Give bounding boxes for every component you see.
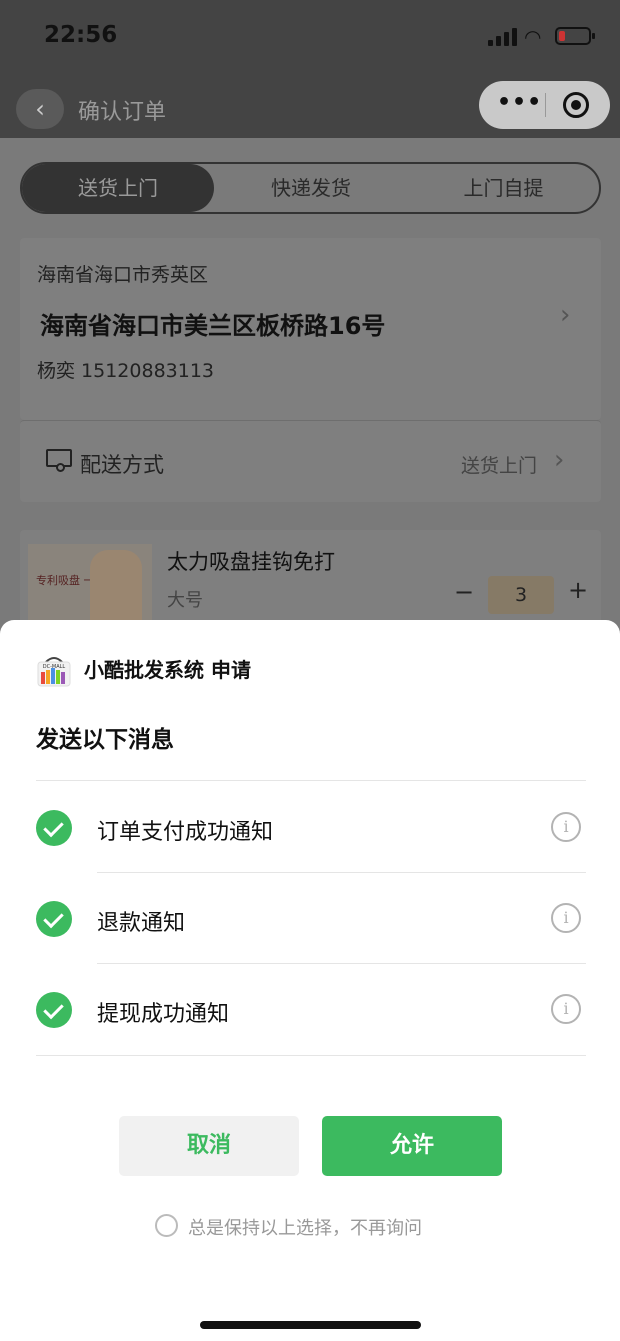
quantity-decrease-button[interactable]: − <box>454 578 474 606</box>
shipping-label: 配送方式 <box>80 453 164 477</box>
checkmark-icon[interactable] <box>36 810 72 846</box>
more-dots-icon[interactable]: ••• <box>497 90 542 115</box>
message-label: 退款通知 <box>97 911 186 936</box>
product-spec: 大号 <box>167 590 203 611</box>
tab-self-pickup[interactable]: 上门自提 <box>408 164 599 212</box>
address-detail: 海南省海口市美兰区板桥路16号 <box>40 312 386 340</box>
info-icon[interactable]: i <box>551 994 581 1024</box>
app-logo: DC-MALL <box>37 657 71 687</box>
sheet-title: 发送以下消息 <box>36 727 174 753</box>
allow-button[interactable]: 允许 <box>322 1116 502 1176</box>
status-bar: 22:56 ◠ <box>0 0 620 72</box>
checkmark-icon[interactable] <box>36 901 72 937</box>
address-region: 海南省海口市秀英区 <box>37 264 209 286</box>
subscribe-message-sheet: DC-MALL 小酷批发系统 申请 发送以下消息 订单支付成功通知 i 退款通知… <box>0 620 620 1341</box>
product-item: 专利吸盘 一秒安装 太力吸盘挂钩免打 大号 − 3 + <box>20 530 601 632</box>
message-label: 提现成功通知 <box>97 1002 230 1027</box>
quantity-increase-button[interactable]: + <box>568 576 588 604</box>
message-option[interactable]: 退款通知 i <box>36 873 586 964</box>
divider <box>36 1055 586 1056</box>
product-image-hand <box>90 550 142 630</box>
app-request-title: 小酷批发系统 申请 <box>84 658 251 682</box>
info-icon[interactable]: i <box>551 812 581 842</box>
capsule-divider <box>545 93 546 117</box>
nav-bar: ‹ 确认订单 ••• <box>0 72 620 138</box>
address-card[interactable]: 海南省海口市秀英区 海南省海口市美兰区板桥路16号 杨奕 15120883113… <box>20 238 601 420</box>
product-image: 专利吸盘 一秒安装 <box>28 544 152 632</box>
radio-icon[interactable] <box>155 1214 178 1237</box>
cancel-button[interactable]: 取消 <box>119 1116 299 1176</box>
truck-icon <box>46 449 72 472</box>
quantity-input[interactable]: 3 <box>488 576 554 614</box>
wifi-icon: ◠ <box>524 25 542 49</box>
message-option[interactable]: 订单支付成功通知 i <box>36 782 586 873</box>
page-title: 确认订单 <box>78 100 167 125</box>
product-name: 太力吸盘挂钩免打 <box>167 550 335 574</box>
battery-icon <box>555 27 595 45</box>
message-label: 订单支付成功通知 <box>97 820 274 845</box>
home-indicator <box>200 1321 421 1329</box>
shipping-value: 送货上门 <box>461 455 538 477</box>
chevron-right-icon: › <box>554 445 565 475</box>
chevron-right-icon: › <box>560 300 571 330</box>
tab-delivery-home[interactable]: 送货上门 <box>22 164 214 212</box>
message-option[interactable]: 提现成功通知 i <box>36 964 586 1055</box>
chevron-left-icon: ‹ <box>35 95 45 123</box>
address-contact: 杨奕 15120883113 <box>37 360 215 382</box>
keep-choice-label: 总是保持以上选择，不再询问 <box>188 1218 422 1239</box>
target-icon[interactable] <box>563 92 589 118</box>
info-icon[interactable]: i <box>551 903 581 933</box>
delivery-segmented-control: 送货上门 快递发货 上门自提 <box>20 162 601 214</box>
shipping-method-row[interactable]: 配送方式 送货上门 › <box>20 420 601 502</box>
back-button[interactable]: ‹ <box>16 89 64 129</box>
signal-icon <box>488 28 518 46</box>
miniprogram-capsule: ••• <box>479 81 610 129</box>
checkmark-icon[interactable] <box>36 992 72 1028</box>
logo-text: DC-MALL <box>43 664 66 670</box>
divider <box>36 780 586 781</box>
tab-express[interactable]: 快递发货 <box>214 164 408 212</box>
status-time: 22:56 <box>44 22 118 48</box>
